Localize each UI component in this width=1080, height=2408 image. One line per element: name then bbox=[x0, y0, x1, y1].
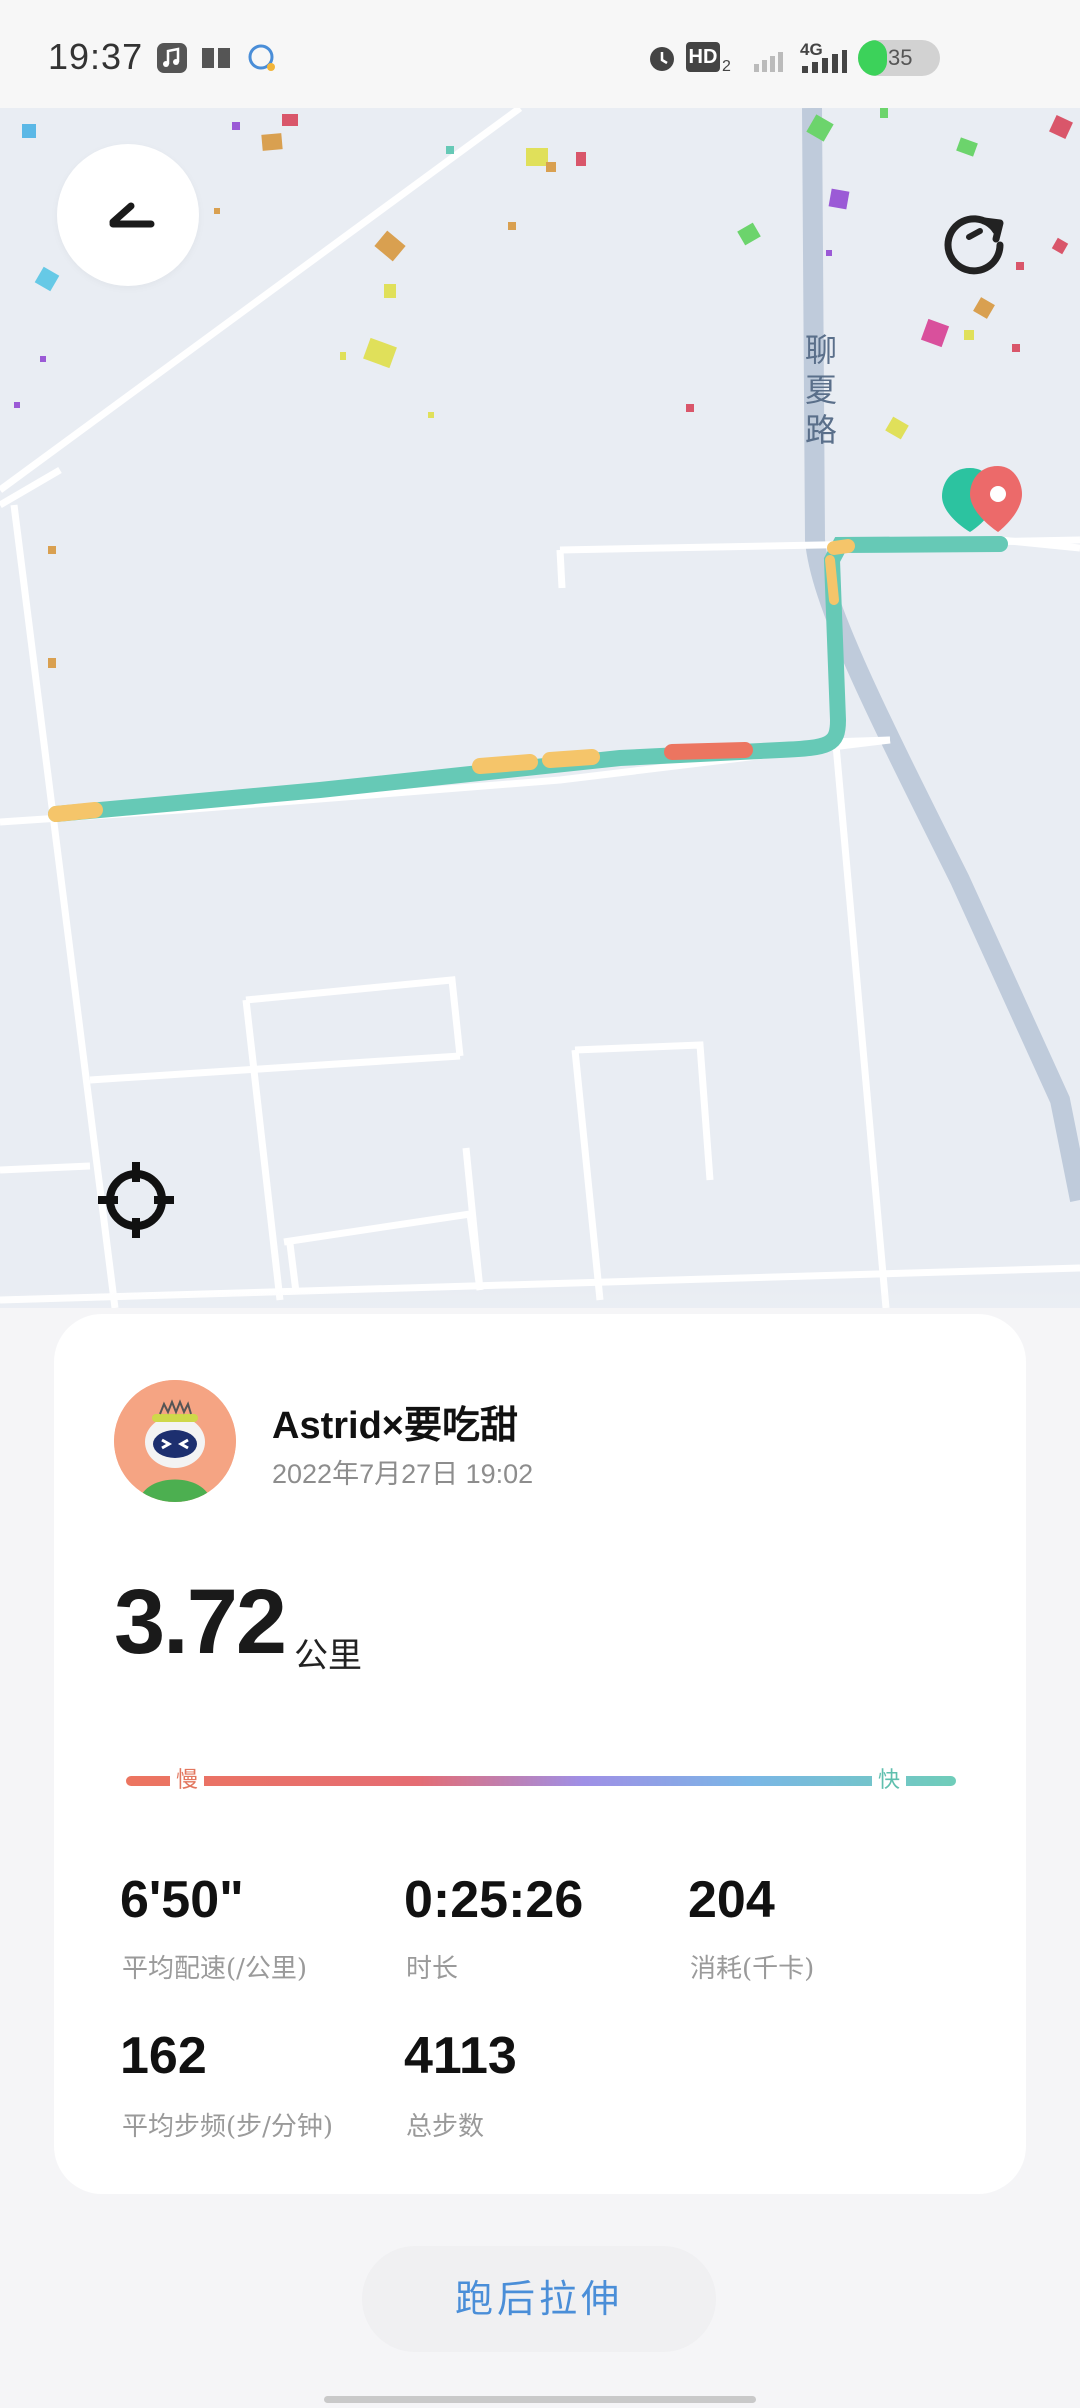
map-canvas bbox=[0, 108, 1080, 1308]
battery-icon: 35 bbox=[858, 40, 940, 76]
back-icon bbox=[109, 202, 155, 228]
avatar[interactable] bbox=[114, 1380, 236, 1502]
hd-sim-number: 2 bbox=[722, 58, 731, 75]
home-indicator[interactable] bbox=[324, 2396, 756, 2403]
start-end-pin-icon bbox=[942, 466, 1022, 532]
cadence-value: 162 bbox=[120, 2027, 207, 2085]
back-button[interactable] bbox=[57, 144, 199, 286]
stretch-button[interactable]: 跑后拉伸 bbox=[362, 2246, 716, 2352]
run-date: 2022年7月27日 19:02 bbox=[272, 1459, 534, 1489]
distance-unit: 公里 bbox=[294, 1636, 362, 1676]
avatar-image bbox=[114, 1380, 236, 1502]
user-name: Astrid×要吃甜 bbox=[272, 1405, 518, 1447]
duration-value: 0:25:26 bbox=[404, 1871, 584, 1929]
locate-icon[interactable] bbox=[96, 1160, 176, 1240]
run-summary-card: Astrid×要吃甜 2022年7月27日 19:02 3.72 公里 慢 快 … bbox=[54, 1314, 1026, 2194]
avg-pace-value: 6'50" bbox=[120, 1871, 244, 1929]
duration-label: 时长 bbox=[406, 1954, 459, 1984]
total-steps-value: 4113 bbox=[404, 2027, 517, 2085]
replay-icon[interactable] bbox=[940, 205, 1010, 275]
pace-slow-label: 慢 bbox=[170, 1764, 205, 1798]
battery-percent: 35 bbox=[888, 45, 913, 70]
wifi-signal-icon bbox=[754, 52, 783, 72]
status-bar: 19:37 HD 2 4G 35 bbox=[0, 0, 1080, 108]
map-bottom-fade bbox=[0, 1288, 1080, 1308]
pace-gradient-bar bbox=[126, 1776, 956, 1786]
status-time: 19:37 bbox=[48, 36, 144, 77]
pace-fast-label: 快 bbox=[872, 1764, 907, 1798]
calories-value: 204 bbox=[688, 1871, 775, 1929]
distance-value: 3.72 bbox=[114, 1571, 287, 1673]
calories-label: 消耗(千卡) bbox=[690, 1954, 815, 1984]
total-steps-label: 总步数 bbox=[406, 2112, 485, 2142]
alarm-icon bbox=[650, 47, 674, 71]
cadence-label: 平均步频(步/分钟) bbox=[122, 2112, 334, 2142]
music-icon bbox=[157, 43, 187, 73]
avg-pace-label: 平均配速(/公里) bbox=[122, 1954, 308, 1984]
street-lines bbox=[0, 108, 1080, 1308]
chat-icon bbox=[248, 44, 275, 71]
route-map[interactable] bbox=[0, 108, 1080, 1308]
hd-icon: HD bbox=[686, 42, 720, 72]
road-name-label: 聊夏路 bbox=[804, 331, 837, 449]
book-icon bbox=[202, 48, 230, 68]
cellular-signal-icon bbox=[802, 50, 847, 73]
